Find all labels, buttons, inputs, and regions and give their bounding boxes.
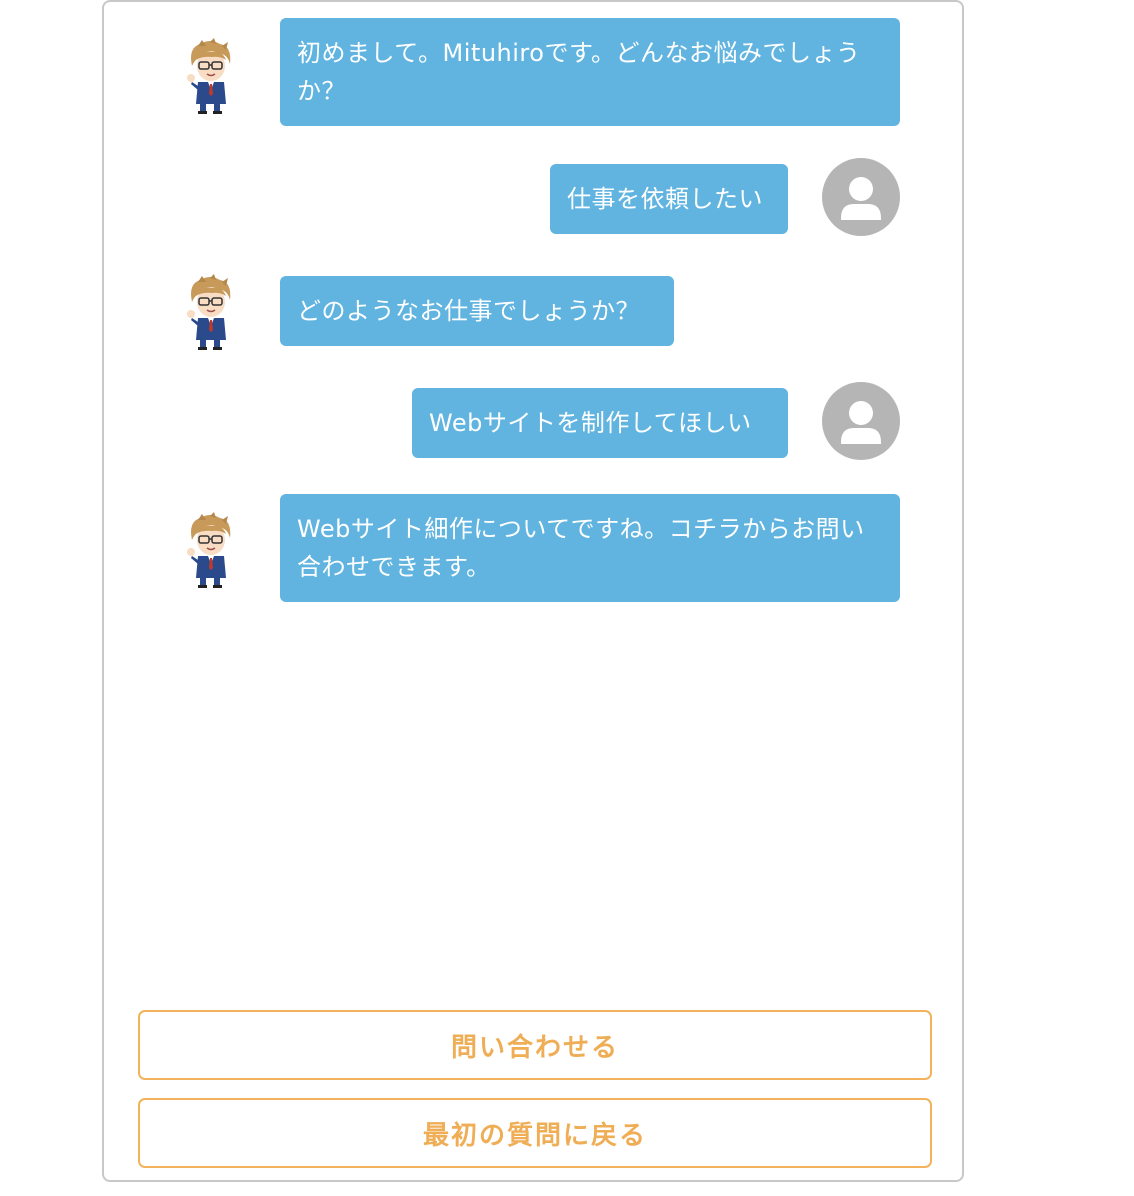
inquiry-button[interactable]: 問い合わせる <box>138 1010 932 1080</box>
bot-avatar-icon <box>182 512 238 588</box>
message-text: Webサイト細作についてですね。コチラからお問い合わせできます。 <box>297 515 865 581</box>
chat-window: 初めまして。Mituhiroです。どんなお悩みでしょうか？ 仕事を依頼したい ど… <box>102 0 964 1182</box>
bot-message-bubble: どのようなお仕事でしょうか？ <box>280 276 674 346</box>
message-text: 初めまして。Mituhiroです。どんなお悩みでしょうか？ <box>297 39 861 105</box>
bot-avatar-icon <box>182 38 238 114</box>
user-avatar-icon <box>822 382 900 460</box>
bot-message-bubble: Webサイト細作についてですね。コチラからお問い合わせできます。 <box>280 494 900 602</box>
user-message-bubble: 仕事を依頼したい <box>550 164 788 234</box>
back-to-first-question-button[interactable]: 最初の質問に戻る <box>138 1098 932 1168</box>
bot-avatar-icon <box>182 274 238 350</box>
user-avatar-icon <box>822 158 900 236</box>
user-message-bubble: Webサイトを制作してほしい <box>412 388 788 458</box>
message-text: どのようなお仕事でしょうか？ <box>297 297 640 325</box>
message-text: Webサイトを制作してほしい <box>429 409 752 437</box>
bot-message-bubble: 初めまして。Mituhiroです。どんなお悩みでしょうか？ <box>280 18 900 126</box>
message-text: 仕事を依頼したい <box>567 185 763 213</box>
